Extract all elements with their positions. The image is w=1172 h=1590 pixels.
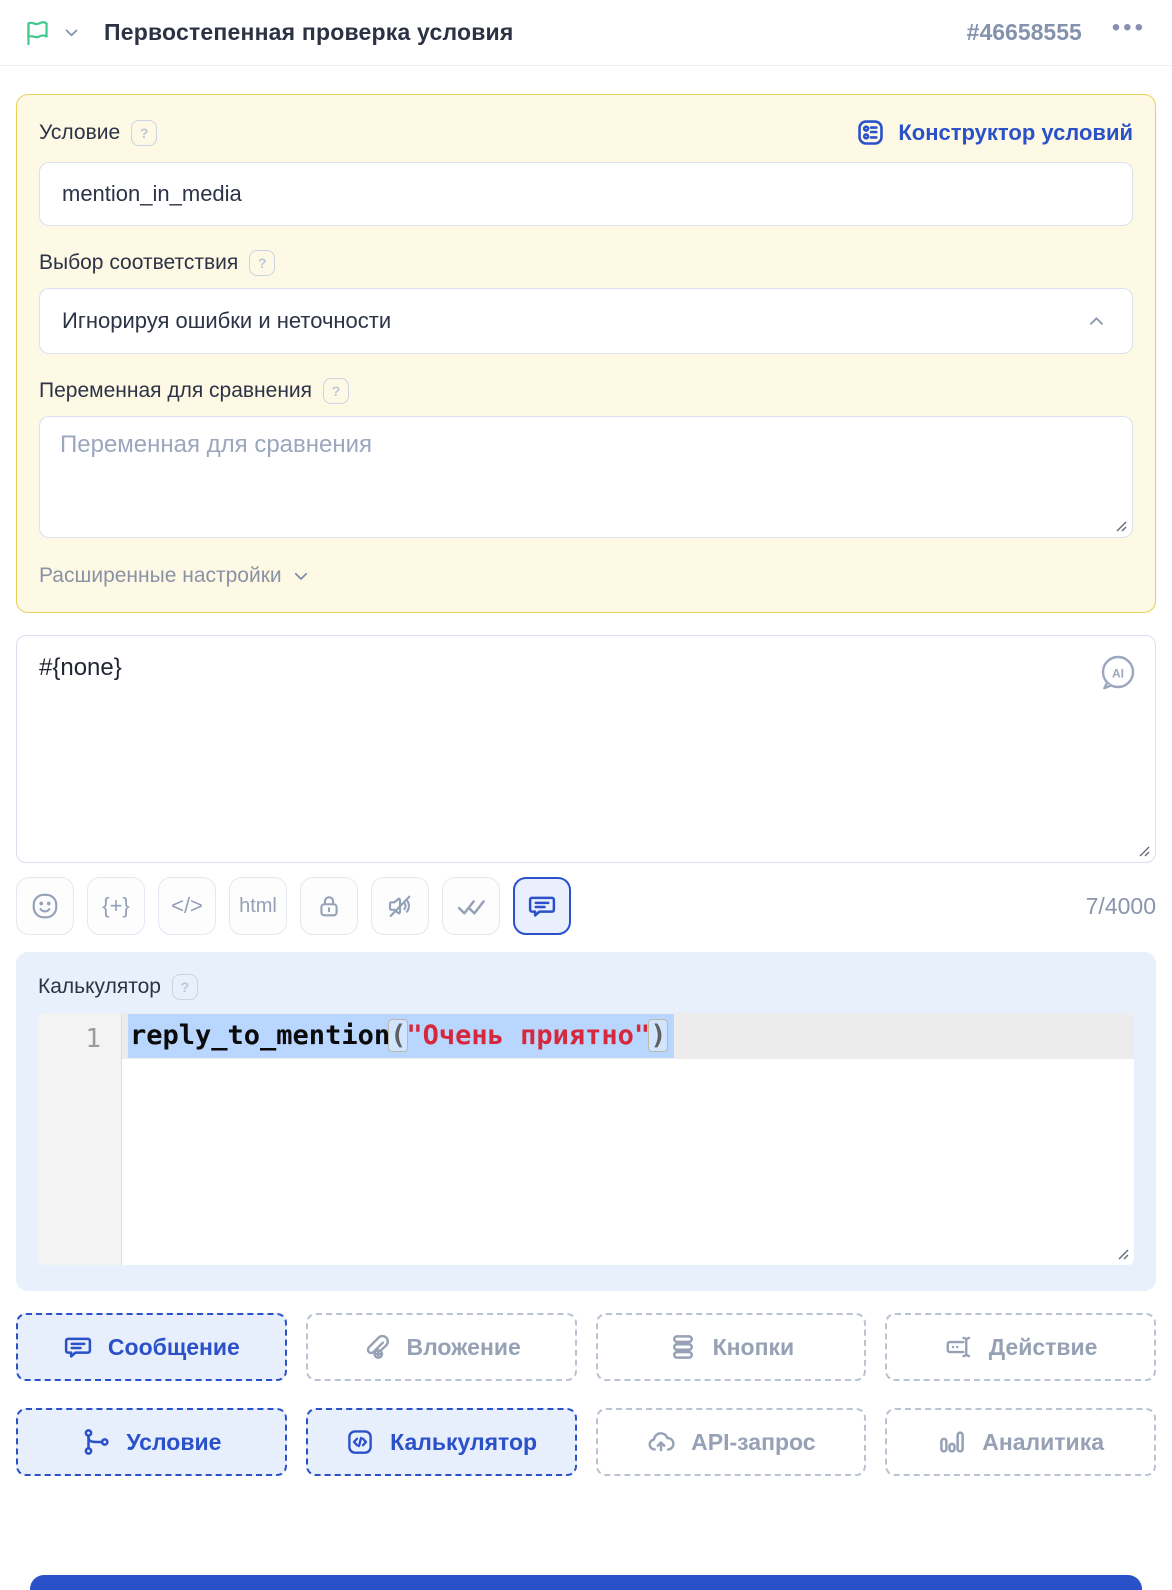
code-selection: reply_to_mention("Очень приятно") [128,1014,674,1058]
calculator-icon [345,1427,375,1457]
block-condition-button[interactable]: Условие [16,1408,287,1476]
code-string: "Очень приятно" [406,1020,650,1051]
calculator-label: Калькулятор [38,975,161,999]
block-analytics-button[interactable]: Аналитика [885,1408,1156,1476]
api-icon [646,1427,676,1457]
match-label: Выбор соответствия [39,251,238,275]
flag-icon [22,17,53,48]
page-title: Первостепенная проверка условия [104,19,514,46]
condition-input[interactable] [39,162,1133,226]
block-buttons-button[interactable]: Кнопки [596,1313,867,1381]
line-number: 1 [38,1013,121,1058]
message-textarea[interactable]: #{none} AI [16,635,1156,863]
block-api-button[interactable]: API-запрос [596,1408,867,1476]
code-line: reply_to_mention("Очень приятно") [122,1013,1134,1059]
variable-label: Переменная для сравнения [39,379,312,403]
line-number-gutter: 1 [38,1013,122,1265]
chevron-down-icon [292,567,310,585]
help-icon[interactable]: ? [172,974,198,1000]
block-message-button[interactable]: Сообщение [16,1313,287,1381]
message-icon [63,1332,93,1362]
node-id: #46658555 [967,19,1082,46]
block-attachment-button[interactable]: Вложение [306,1313,577,1381]
match-select[interactable]: Игнорируя ошибки и неточности [39,288,1133,354]
block-calculator-button[interactable]: Калькулятор [306,1408,577,1476]
code-function: reply_to_mention [130,1020,390,1051]
message-toolbar: {+} </> html 7/4000 [16,877,1156,935]
analytics-icon [937,1427,967,1457]
flag-dropdown[interactable] [22,17,80,48]
resize-handle-icon[interactable] [1136,843,1150,857]
condition-builder-link[interactable]: Конструктор условий [855,117,1133,148]
chevron-up-icon [1087,312,1106,331]
advanced-settings-toggle[interactable]: Расширенные настройки [39,564,1133,588]
code-button[interactable]: </> [158,877,216,935]
calculator-code-editor[interactable]: 1 reply_to_mention("Очень приятно") [38,1013,1134,1265]
advanced-settings-label: Расширенные настройки [39,564,282,588]
header: Первостепенная проверка условия #4665855… [0,0,1172,66]
builder-link-label: Конструктор условий [898,120,1133,146]
builder-icon [855,117,886,148]
more-menu-button[interactable]: ••• [1112,28,1146,38]
resize-handle-icon[interactable] [1113,518,1127,532]
block-action-button[interactable]: Действие [885,1313,1156,1381]
ai-label: AI [1112,667,1124,681]
variable-placeholder: Переменная для сравнения [60,431,372,458]
char-counter: 7/4000 [1086,893,1156,920]
calculator-panel: Калькулятор ? 1 reply_to_mention("Очень … [16,952,1156,1291]
action-icon [944,1332,974,1362]
close-paren: ) [650,1020,666,1051]
help-icon[interactable]: ? [131,120,157,146]
code-area[interactable]: reply_to_mention("Очень приятно") [122,1013,1134,1265]
block-type-grid: Сообщение Вложение Кнопки [16,1313,1156,1476]
help-icon[interactable]: ? [249,250,275,276]
chevron-down-icon [63,24,80,41]
message-text: #{none} [39,654,1133,682]
insert-variable-button[interactable]: {+} [87,877,145,935]
condition-panel: Условие ? Конструктор условий Выбор соот… [16,94,1156,613]
condition-icon [81,1427,111,1457]
message-mode-button[interactable] [513,877,571,935]
open-paren: ( [390,1020,406,1051]
buttons-icon [668,1332,698,1362]
double-check-button[interactable] [442,877,500,935]
lock-button[interactable] [300,877,358,935]
save-button-partial[interactable] [30,1575,1142,1590]
variable-textarea[interactable]: Переменная для сравнения [39,416,1133,538]
emoji-button[interactable] [16,877,74,935]
condition-label: Условие [39,121,120,145]
html-button[interactable]: html [229,877,287,935]
match-selected-value: Игнорируя ошибки и неточности [62,308,391,334]
ai-assistant-button[interactable]: AI [1097,652,1139,694]
help-icon[interactable]: ? [323,378,349,404]
sound-off-button[interactable] [371,877,429,935]
resize-handle-icon[interactable] [1115,1246,1129,1260]
attachment-icon [361,1332,391,1362]
